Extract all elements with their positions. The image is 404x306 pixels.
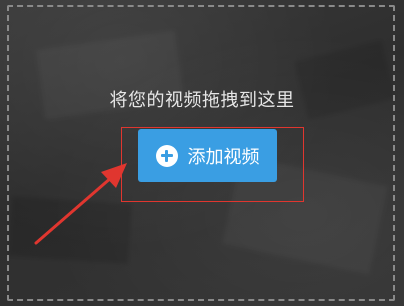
- add-video-label: 添加视频: [187, 146, 260, 167]
- video-upload-area: 将您的视频拖拽到这里 添加视频: [0, 0, 404, 306]
- drop-hint-text: 将您的视频拖拽到这里: [109, 90, 295, 111]
- add-video-button[interactable]: 添加视频: [138, 129, 277, 182]
- plus-circle-icon: [155, 144, 178, 167]
